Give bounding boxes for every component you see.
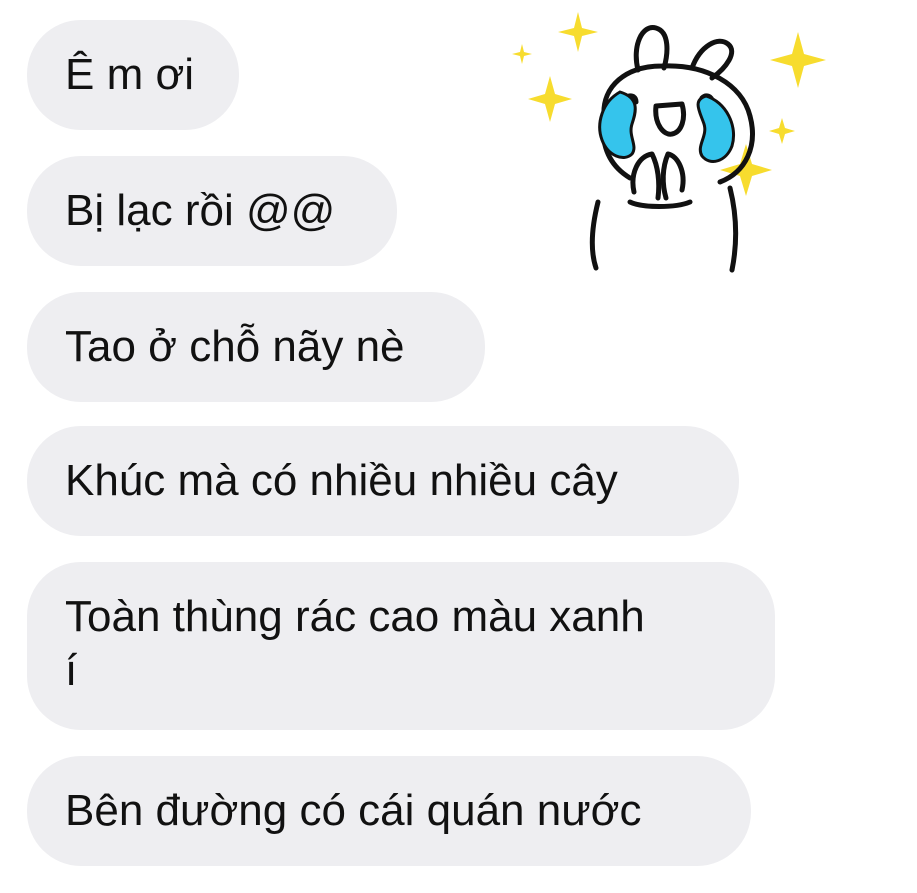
message-text: Tao ở chỗ nãy nè [65,322,405,371]
message-text: Ê m ơi [65,50,195,99]
message-bubble[interactable]: Tao ở chỗ nãy nè [27,292,485,402]
message-bubble[interactable]: Khúc mà có nhiều nhiều cây [27,426,739,536]
tears-icon [598,90,735,163]
message-bubble[interactable]: Ê m ơi [27,20,239,130]
message-bubble[interactable]: Bên đường có cái quán nước [27,756,751,866]
message-bubble[interactable]: Bị lạc rồi @@ [27,156,397,266]
message-text: Bên đường có cái quán nước [65,786,642,835]
message-text: Khúc mà có nhiều nhiều cây [65,456,618,505]
message-text-line-1: Toàn thùng rác cao màu xanh [65,592,645,641]
message-bubble[interactable]: Toàn thùng rác cao màu xanh í [27,562,775,730]
message-text: Bị lạc rồi @@ [65,186,336,235]
crying-bunny-sticker-icon[interactable] [506,6,836,276]
message-text-line-2: í [65,646,78,695]
